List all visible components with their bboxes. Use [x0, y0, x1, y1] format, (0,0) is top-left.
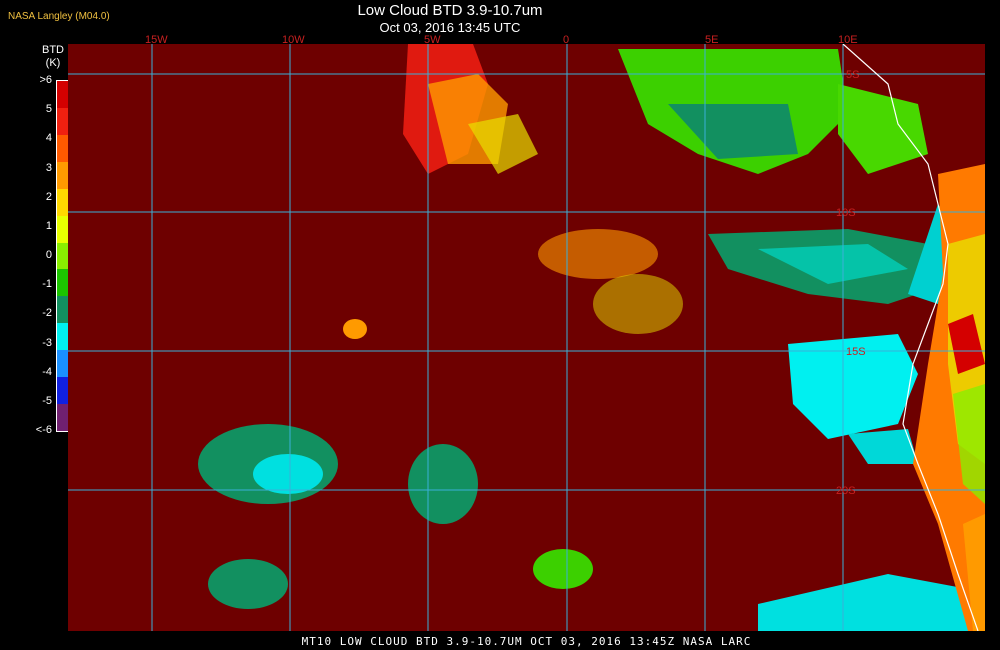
footer-caption: MT10 LOW CLOUD BTD 3.9-10.7UM OCT 03, 20… [301, 635, 752, 648]
color-scale-labels: >6 5 4 3 2 1 0 -1 -2 -3 -4 -5 <-6 [28, 74, 52, 436]
legend-label: -2 [42, 307, 52, 320]
legend-title: BTD (K) [38, 44, 68, 70]
legend-label: -3 [42, 336, 52, 349]
legend-label: <-6 [35, 424, 52, 436]
map-subtitle: Oct 03, 2016 13:45 UTC [379, 20, 521, 35]
lon-label-0: 0 [563, 34, 570, 46]
legend-label: 4 [45, 132, 52, 145]
lon-label-10e: 10E [838, 34, 858, 46]
lat-label-20s: 20S [836, 485, 856, 497]
lon-label-5e: 5E [705, 34, 719, 46]
legend-label: >6 [39, 74, 52, 86]
legend-label: 0 [45, 249, 52, 261]
map-svg: 5S 10S 15S 20S [68, 44, 985, 631]
legend-label: -4 [42, 365, 52, 378]
legend-title-line1: BTD [42, 44, 64, 56]
lon-label-15w: 15W [145, 34, 168, 46]
lat-label-10s: 10S [836, 207, 856, 219]
lon-label-10w: 10W [282, 34, 305, 46]
legend-label: 3 [45, 161, 52, 174]
map-title: Low Cloud BTD 3.9-10.7um [357, 2, 543, 19]
legend-label: 2 [45, 190, 52, 203]
legend-label: -1 [42, 278, 52, 291]
lat-label-5s: 5S [846, 69, 859, 81]
lon-label-5w: 5W [424, 34, 441, 46]
satellite-map[interactable]: 5S 10S 15S 20S [68, 44, 985, 631]
lat-label-15s: 15S [846, 346, 866, 358]
legend-title-line2: (K) [45, 57, 61, 69]
legend-label: -5 [42, 394, 52, 407]
producer-label: NASA Langley (M04.0) [8, 11, 110, 22]
legend-label: 5 [45, 103, 52, 116]
legend-label: 1 [45, 219, 52, 232]
